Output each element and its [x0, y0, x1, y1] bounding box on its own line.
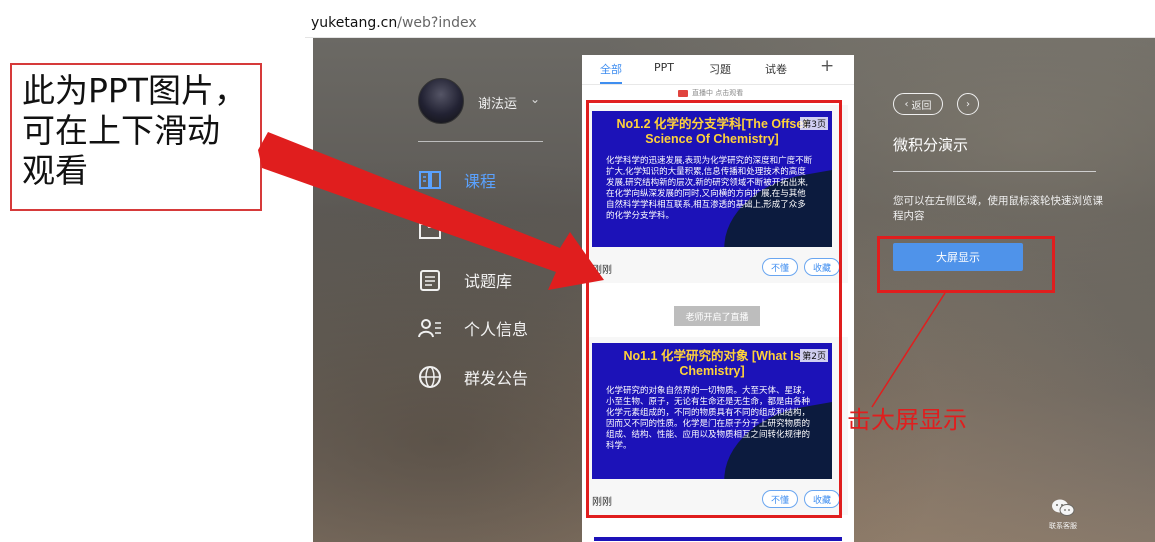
globe-icon	[418, 365, 442, 389]
question-bank-icon	[418, 268, 442, 292]
annotation-frame-button	[877, 236, 1055, 293]
avatar[interactable]	[418, 78, 464, 124]
sidebar-item-label: ...库	[464, 222, 496, 241]
folder-icon	[418, 218, 442, 242]
annotation-line: 观看	[22, 151, 88, 190]
live-hint-text: 直播中 点击观看	[692, 89, 744, 97]
url-text[interactable]: yuketang.cn/web?index	[311, 15, 477, 31]
sidebar-item-question-bank[interactable]: 试题库	[418, 265, 512, 295]
annotation-line: 此为PPT图片，	[22, 71, 247, 110]
address-bar[interactable]: yuketang.cn/web?index	[305, 8, 1155, 38]
sidebar-item-label: 试题库	[464, 272, 513, 291]
wechat-icon	[1051, 498, 1075, 518]
add-tab-icon[interactable]: +	[820, 56, 834, 76]
sidebar-item-announcements[interactable]: 群发公告	[418, 362, 528, 392]
contact-support[interactable]: 联系客服	[1033, 498, 1093, 531]
book-icon	[418, 168, 442, 192]
screenshot-root: 此为PPT图片， 可在上下滑动 观看 yuketang.cn/web?index…	[0, 0, 1155, 542]
next-slide-peek	[594, 537, 842, 541]
tab-bar: 全部 PPT 习题 试卷 +	[582, 55, 854, 85]
user-name[interactable]: 谢法运	[478, 93, 517, 112]
back-button[interactable]: ‹ 返回	[893, 93, 943, 115]
chevron-left-icon: ‹	[904, 98, 909, 110]
tab-underline	[600, 82, 622, 84]
course-title: 微积分演示	[893, 136, 969, 154]
profile-icon	[418, 316, 442, 340]
tab-ppt[interactable]: PPT	[654, 61, 674, 74]
course-description: 您可以在左侧区域，使用鼠标滚轮快速浏览课程内容	[893, 195, 1103, 222]
sidebar-item-library[interactable]: ...库	[418, 215, 495, 245]
sidebar-item-label: 群发公告	[464, 369, 529, 388]
tab-exercises[interactable]: 习题	[709, 61, 731, 77]
sidebar-item-courses[interactable]: 课程	[418, 165, 496, 195]
contact-label: 联系客服	[1049, 522, 1077, 530]
url-path: /web?index	[397, 15, 477, 31]
right-divider	[893, 171, 1096, 172]
sidebar: 谢法运 ⌄ 课程 ...库 试题库 个人信息 群发公告	[313, 38, 573, 542]
url-host: yuketang.cn	[311, 15, 398, 31]
chevron-down-icon[interactable]: ⌄	[530, 92, 540, 106]
live-hint[interactable]: 直播中 点击观看	[678, 88, 743, 98]
annotation-frame-slides	[586, 100, 842, 518]
forward-button[interactable]: ›	[957, 93, 979, 115]
sidebar-divider	[418, 141, 543, 142]
video-camera-icon	[678, 89, 688, 97]
back-label: 返回	[911, 100, 932, 112]
chevron-right-icon: ›	[966, 98, 970, 110]
annotation-callout-left: 此为PPT图片， 可在上下滑动 观看	[10, 63, 262, 211]
tab-all[interactable]: 全部	[600, 61, 622, 77]
sidebar-item-profile[interactable]: 个人信息	[418, 313, 528, 343]
annotation-text-right: 击大屏显示	[847, 406, 967, 434]
tab-exams[interactable]: 试卷	[765, 61, 787, 77]
sidebar-item-label: 个人信息	[464, 320, 529, 339]
annotation-line: 可在上下滑动	[22, 111, 220, 150]
sidebar-item-label: 课程	[464, 172, 497, 191]
